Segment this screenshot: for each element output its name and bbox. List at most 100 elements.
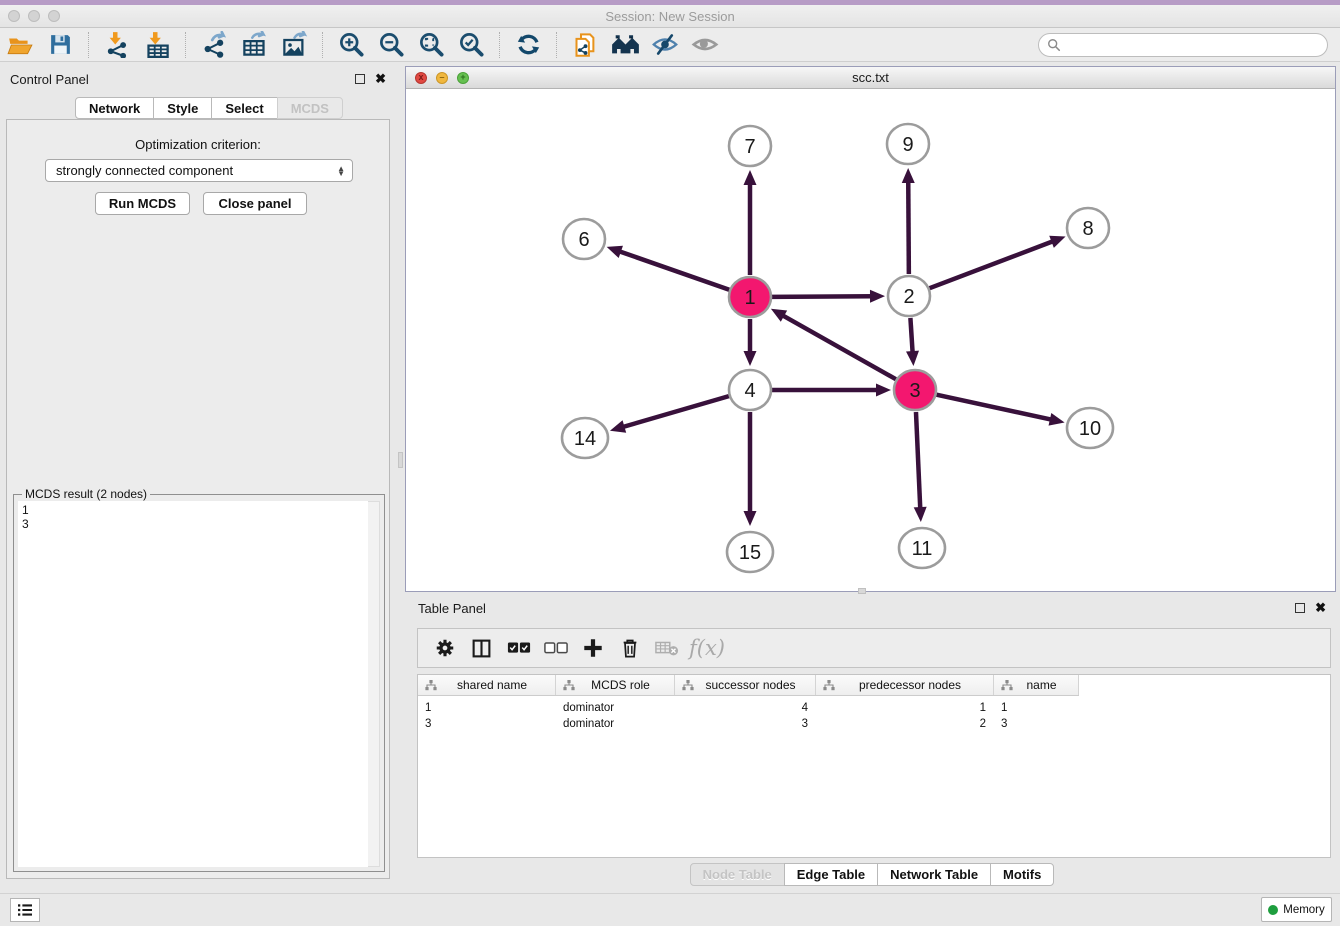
toolbar-separator [185, 32, 186, 58]
float-table-panel-icon[interactable] [1295, 603, 1305, 613]
network-canvas[interactable]: 7968124314101511 [406, 89, 1335, 591]
clone-network-button[interactable] [565, 30, 605, 60]
split-divider-grip[interactable] [398, 452, 403, 468]
graph-node-label-3: 3 [909, 380, 920, 402]
edge-1-6[interactable] [618, 251, 729, 290]
edge-arrowhead [744, 351, 757, 366]
criterion-select[interactable]: strongly connected component ▲▼ [45, 159, 353, 182]
open-folder-icon [7, 32, 33, 58]
table-cell[interactable]: 3 [418, 716, 556, 732]
close-table-panel-icon[interactable]: ✖ [1315, 600, 1326, 616]
edge-2-8[interactable] [930, 241, 1055, 288]
select-all-button[interactable] [500, 632, 537, 664]
edge-3-11[interactable] [916, 412, 920, 510]
export-network-button[interactable] [194, 30, 234, 60]
zoom-out-button[interactable] [371, 30, 411, 60]
table-cell[interactable]: 1 [418, 700, 556, 716]
table-row[interactable]: 1dominator411 [418, 700, 1331, 716]
import-network-button[interactable] [97, 30, 137, 60]
column-header-successor-nodes[interactable]: successor nodes [675, 675, 816, 695]
result-scrollbar[interactable] [368, 501, 380, 867]
table-options-button[interactable] [426, 632, 463, 664]
table-panel-header: Table Panel ✖ [405, 595, 1340, 621]
control-panel-header: Control Panel ✖ [0, 66, 396, 92]
tab-select[interactable]: Select [211, 97, 277, 119]
tab-style[interactable]: Style [153, 97, 212, 119]
mcds-result-text[interactable]: 1 3 [18, 501, 368, 867]
control-panel: Control Panel ✖ NetworkStyleSelectMCDS O… [0, 66, 396, 882]
edge-2-3[interactable] [910, 318, 912, 354]
mcds-panel: Optimization criterion: strongly connect… [6, 119, 390, 879]
export-table-button[interactable] [234, 30, 274, 60]
edge-2-9[interactable] [908, 180, 909, 274]
table-cell[interactable]: 4 [675, 700, 816, 716]
edge-arrowhead [744, 511, 757, 526]
columns-icon [471, 638, 492, 659]
show-annotations-button[interactable] [685, 30, 725, 60]
task-history-button[interactable] [10, 898, 40, 922]
save-session-button[interactable] [40, 30, 80, 60]
create-column-button[interactable] [574, 632, 611, 664]
tab-node-table[interactable]: Node Table [690, 863, 785, 886]
zoom-selected-button[interactable] [451, 30, 491, 60]
close-panel-button[interactable]: Close panel [203, 192, 307, 215]
refresh-icon [515, 31, 542, 58]
status-bar: Memory [0, 893, 1340, 926]
graph-node-label-14: 14 [574, 428, 596, 450]
table-panel: Table Panel ✖ [405, 595, 1340, 893]
control-panel-tabs: NetworkStyleSelectMCDS [76, 97, 343, 119]
optimization-criterion-label: Optimization criterion: [7, 137, 389, 152]
table-cell[interactable]: 1 [816, 700, 994, 716]
delete-column-button[interactable] [611, 632, 648, 664]
edge-3-10[interactable] [936, 395, 1052, 420]
open-file-button[interactable] [0, 30, 40, 60]
edge-1-2[interactable] [772, 296, 873, 297]
table-row[interactable]: 3dominator323 [418, 716, 1331, 732]
checked-boxes-icon [507, 641, 531, 656]
tab-network-table[interactable]: Network Table [877, 863, 991, 886]
column-header-MCDS-role[interactable]: MCDS role [556, 675, 675, 695]
function-builder-button[interactable]: f(x) [689, 636, 725, 660]
deselect-all-button[interactable] [537, 632, 574, 664]
table-cell[interactable]: 3 [675, 716, 816, 732]
show-column-panel-button[interactable] [463, 632, 500, 664]
edge-4-14[interactable] [621, 396, 728, 427]
first-neighbors-button[interactable] [605, 30, 645, 60]
hide-annotations-button[interactable] [645, 30, 685, 60]
search-input[interactable] [1061, 38, 1311, 52]
network-window-titlebar[interactable]: x – + scc.txt [406, 67, 1335, 89]
table-cell[interactable]: 1 [994, 700, 1079, 716]
eye-icon [691, 31, 719, 58]
table-cell[interactable]: 2 [816, 716, 994, 732]
tab-network[interactable]: Network [75, 97, 154, 119]
column-type-icon [682, 680, 694, 691]
column-type-icon [1001, 680, 1013, 691]
tab-edge-table[interactable]: Edge Table [784, 863, 878, 886]
network-split-grip[interactable] [858, 588, 866, 594]
export-image-button[interactable] [274, 30, 314, 60]
zoom-in-button[interactable] [331, 30, 371, 60]
zoom-fit-button[interactable] [411, 30, 451, 60]
column-header-name[interactable]: name [994, 675, 1079, 695]
tab-mcds[interactable]: MCDS [277, 97, 343, 119]
table-cell[interactable]: dominator [556, 716, 675, 732]
trash-icon [620, 637, 640, 659]
column-header-predecessor-nodes[interactable]: predecessor nodes [816, 675, 994, 695]
table-cell[interactable]: 3 [994, 716, 1079, 732]
run-mcds-button[interactable]: Run MCDS [95, 192, 190, 215]
tab-motifs[interactable]: Motifs [990, 863, 1054, 886]
float-panel-icon[interactable] [355, 74, 365, 84]
search-field[interactable] [1038, 33, 1328, 57]
graph-node-label-7: 7 [744, 136, 755, 158]
import-table-button[interactable] [137, 30, 177, 60]
table-cell[interactable]: dominator [556, 700, 675, 716]
close-panel-icon[interactable]: ✖ [375, 71, 386, 87]
app-titlebar: Session: New Session [0, 5, 1340, 28]
column-header-shared-name[interactable]: shared name [418, 675, 556, 695]
memory-button[interactable]: Memory [1261, 897, 1332, 922]
edge-3-1[interactable] [781, 315, 895, 380]
apply-layout-button[interactable] [508, 30, 548, 60]
delete-table-button[interactable] [648, 632, 685, 664]
edge-arrowhead [1049, 236, 1065, 248]
gear-icon [434, 637, 456, 659]
